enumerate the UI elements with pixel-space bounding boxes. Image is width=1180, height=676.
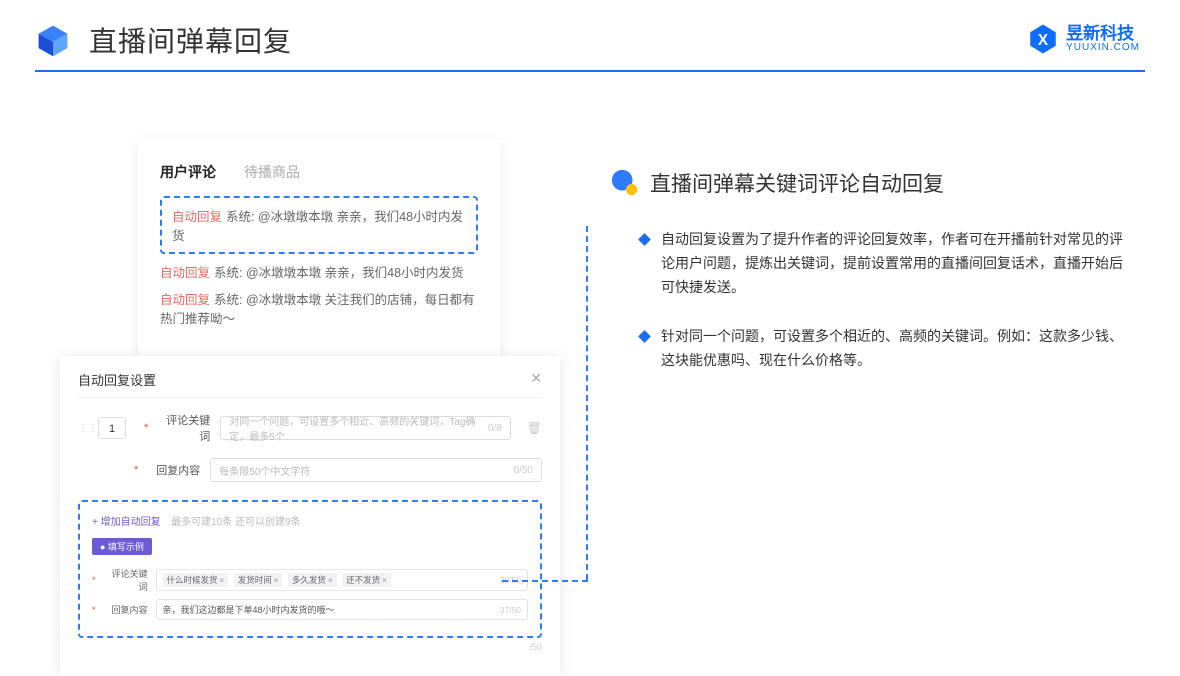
add-hint: 最多可建10条 还可以创建9条 — [171, 517, 300, 528]
comment-row: 自动回复系统: @冰墩墩本墩 亲亲，我们48小时内发货 — [160, 264, 478, 283]
keyword-tag[interactable]: 还不发货× — [342, 573, 391, 587]
brand-icon: X — [1026, 22, 1060, 56]
brand-name: 昱新科技 — [1066, 25, 1140, 42]
add-auto-reply-link[interactable]: + 增加自动回复 — [92, 517, 161, 528]
placeholder: 对同一个问题，可设置多个相近、高频的关键词，Tag确定，最多5个 — [229, 413, 488, 443]
svg-text:X: X — [1038, 32, 1049, 49]
drag-handle-icon[interactable]: ⋮⋮ — [78, 423, 88, 434]
section-title-text: 直播间弹幕关键词评论自动回复 — [650, 168, 944, 198]
content-label: 回复内容 — [148, 462, 200, 478]
keyword-label: 评论关键词 — [158, 412, 210, 444]
close-icon[interactable]: ✕ — [530, 370, 542, 389]
auto-reply-tag: 自动回复 — [172, 210, 222, 224]
comment-row: 自动回复系统: @冰墩墩本墩 关注我们的店铺，每日都有热门推荐呦～ — [160, 291, 478, 329]
char-count: 0/50 — [514, 465, 533, 476]
delete-icon[interactable]: 🗑 — [527, 421, 542, 435]
example-pill: ● 填写示例 — [92, 538, 152, 555]
page-title: 直播间弹幕回复 — [89, 20, 292, 60]
section-title: 直播间弹幕关键词评论自动回复 — [610, 168, 1130, 198]
modal-header: 自动回复设置 ✕ — [78, 370, 542, 398]
char-count: 0/8 — [488, 423, 502, 434]
tab-pending-goods[interactable]: 待播商品 — [244, 162, 300, 182]
ex-content-label: 回复内容 — [104, 603, 148, 616]
diamond-bullet-icon — [638, 233, 651, 246]
bullet-text: 自动回复设置为了提升作者的评论回复效率，作者可在开播前针对常见的评论用户问题，提… — [661, 228, 1130, 299]
brand-url: YUUXIN.COM — [1066, 42, 1140, 53]
diamond-bullet-icon — [638, 331, 651, 344]
highlighted-comment: 自动回复系统: @冰墩墩本墩 亲亲，我们48小时内发货 — [160, 196, 478, 254]
example-keyword-row: * 评论关键词 什么时候发货× 发货时间× 多久发货× 还不发货× 20/50 — [92, 567, 528, 593]
keyword-input[interactable]: 对同一个问题，可设置多个相近、高频的关键词，Tag确定，最多5个 0/8 — [220, 416, 510, 440]
chat-bubble-icon — [610, 168, 640, 198]
tabs: 用户评论 待播商品 — [160, 162, 478, 182]
index-box: 1 — [98, 417, 126, 439]
cube-icon — [35, 22, 71, 58]
footer-count: /50 — [78, 642, 542, 652]
auto-reply-tag: 自动回复 — [160, 293, 210, 307]
keyword-tag[interactable]: 发货时间× — [234, 573, 283, 587]
ex-keyword-label: 评论关键词 — [104, 567, 148, 593]
ex-keyword-input[interactable]: 什么时候发货× 发货时间× 多久发货× 还不发货× 20/50 — [156, 569, 528, 591]
tab-user-comments[interactable]: 用户评论 — [160, 162, 216, 182]
right-column: 直播间弹幕关键词评论自动回复 自动回复设置为了提升作者的评论回复效率，作者可在开… — [610, 168, 1130, 399]
brand-logo: X 昱新科技 YUUXIN.COM — [1026, 22, 1140, 56]
bullet-text: 针对同一个问题，可设置多个相近的、高频的关键词。例如：这款多少钱、这块能优惠吗、… — [661, 325, 1130, 373]
connector-line — [502, 580, 588, 582]
content-row: * 回复内容 每条限50个中文字符 0/50 — [78, 458, 542, 482]
tag-list: 什么时候发货× 发货时间× 多久发货× 还不发货× — [163, 573, 394, 587]
placeholder: 每条限50个中文字符 — [219, 463, 310, 478]
char-count: 37/50 — [500, 605, 521, 615]
comment-text: 系统: @冰墩墩本墩 亲亲，我们48小时内发货 — [214, 266, 464, 280]
required-mark: * — [144, 422, 148, 434]
content-input[interactable]: 每条限50个中文字符 0/50 — [210, 458, 542, 482]
bullet-list: 自动回复设置为了提升作者的评论回复效率，作者可在开播前针对常见的评论用户问题，提… — [610, 228, 1130, 373]
keyword-tag[interactable]: 什么时候发货× — [163, 573, 229, 587]
example-content-row: * 回复内容 亲，我们这边都是下单48小时内发货的哦～ 37/50 — [92, 599, 528, 620]
auto-reply-modal: 自动回复设置 ✕ ⋮⋮ 1 * 评论关键词 对同一个问题，可设置多个相近、高频的… — [60, 356, 560, 676]
comments-card: 用户评论 待播商品 自动回复系统: @冰墩墩本墩 亲亲，我们48小时内发货 自动… — [138, 140, 500, 366]
connector-line — [586, 226, 588, 580]
bullet-item: 自动回复设置为了提升作者的评论回复效率，作者可在开播前针对常见的评论用户问题，提… — [640, 228, 1130, 299]
ex-content-input[interactable]: 亲，我们这边都是下单48小时内发货的哦～ 37/50 — [156, 599, 528, 620]
required-mark: * — [134, 464, 138, 476]
keyword-tag[interactable]: 多久发货× — [288, 573, 337, 587]
modal-title: 自动回复设置 — [78, 370, 156, 389]
header-divider — [35, 70, 1145, 72]
keyword-row: ⋮⋮ 1 * 评论关键词 对同一个问题，可设置多个相近、高频的关键词，Tag确定… — [78, 412, 542, 444]
page-header: 直播间弹幕回复 — [0, 0, 1180, 70]
bullet-item: 针对同一个问题，可设置多个相近的、高频的关键词。例如：这款多少钱、这块能优惠吗、… — [640, 325, 1130, 373]
auto-reply-tag: 自动回复 — [160, 266, 210, 280]
example-section: + 增加自动回复 最多可建10条 还可以创建9条 ● 填写示例 * 评论关键词 … — [78, 500, 542, 638]
ex-content-value: 亲，我们这边都是下单48小时内发货的哦～ — [163, 603, 335, 616]
